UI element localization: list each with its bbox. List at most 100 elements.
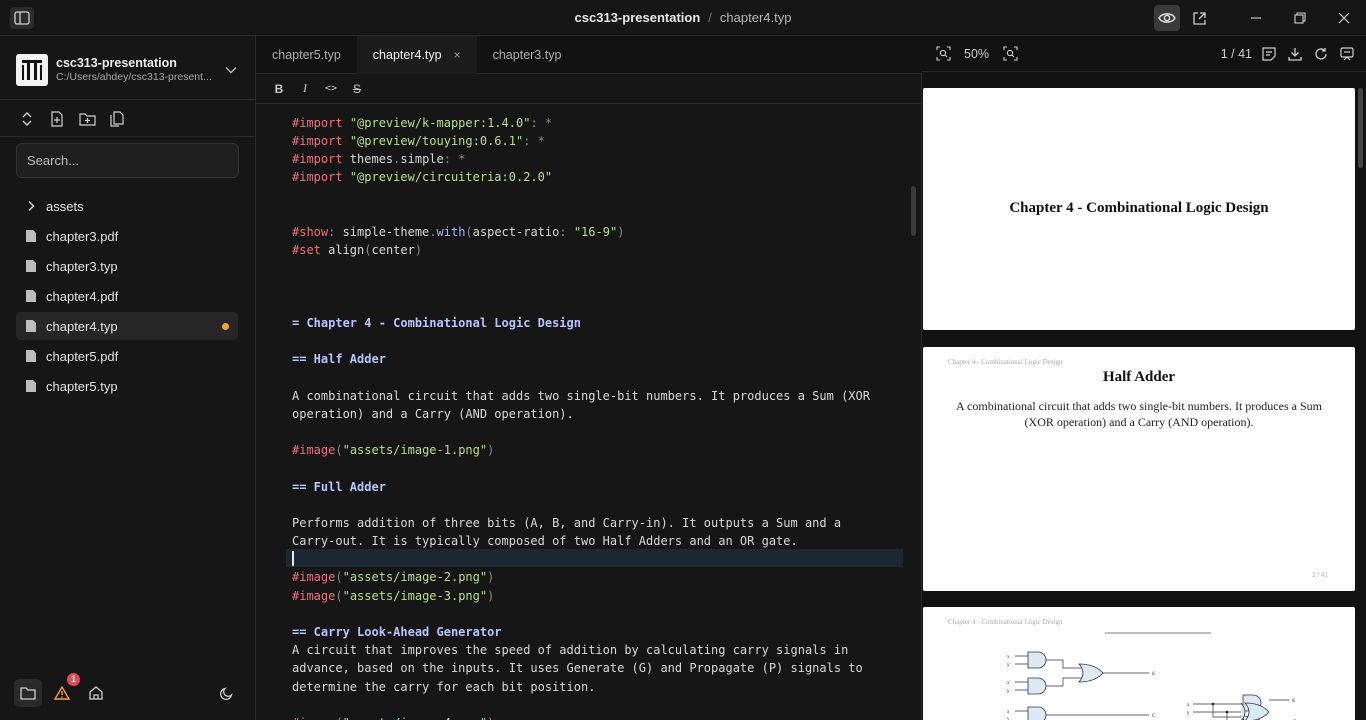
tab-chapter4[interactable]: chapter4.typ × (356, 36, 477, 74)
search-input[interactable] (16, 143, 239, 178)
tree-item-chapter5-pdf[interactable]: chapter5.pdf (16, 342, 238, 370)
file-icon (26, 380, 36, 392)
minimize-button[interactable] (1234, 0, 1278, 36)
code-line[interactable]: == Half Adder (292, 350, 386, 368)
new-file-icon (51, 111, 63, 127)
chevron-down-icon (225, 67, 237, 74)
slide-body: A combinational circuit that adds two si… (956, 399, 1322, 429)
code-line[interactable]: advance, based on the inputs. It uses Ge… (292, 659, 863, 677)
project-path: C:/Users/ahdey/csc313-present... (56, 71, 212, 83)
tab-label: chapter3.typ (492, 48, 562, 62)
file-icon (26, 260, 36, 272)
presentation-icon (1340, 46, 1354, 60)
code-line[interactable]: Performs addition of three bits (A, B, a… (292, 514, 841, 532)
italic-button[interactable]: I (292, 78, 318, 100)
code-line[interactable]: = Chapter 4 - Combinational Logic Design (292, 314, 581, 332)
code-line[interactable]: A combinational circuit that adds two si… (292, 387, 870, 405)
code-line[interactable]: #import "@preview/k-mapper:1.4.0": * (292, 114, 552, 132)
tree-item-label: chapter4.pdf (46, 288, 119, 304)
code-editor[interactable]: #import "@preview/k-mapper:1.4.0": * #imp… (256, 104, 922, 720)
tree-item-label: chapter5.typ (46, 378, 118, 394)
new-folder-button[interactable] (72, 108, 102, 130)
bold-button[interactable]: B (266, 78, 292, 100)
code-line[interactable]: determine the carry for each bit positio… (292, 678, 595, 696)
code-line[interactable]: operation) and a Carry (AND operation). (292, 405, 574, 423)
moon-icon (220, 687, 233, 700)
restore-button[interactable] (1278, 0, 1322, 36)
notes-button[interactable] (1256, 41, 1282, 67)
code-line[interactable]: A circuit that improves the speed of add… (292, 641, 848, 659)
code-line[interactable]: #image("assets/image-4.png") (292, 714, 494, 720)
code-line[interactable]: #image("assets/image-3.png") (292, 587, 494, 605)
zoom-in-button[interactable] (997, 41, 1023, 67)
folder-icon (20, 687, 36, 700)
file-icon (26, 350, 36, 362)
preview-page[interactable]: Chapter 4 - Combinational Logic Design x… (923, 607, 1355, 720)
code-line[interactable]: == Carry Look-Ahead Generator (292, 623, 502, 641)
open-external-button[interactable] (1186, 5, 1212, 31)
circuit-diagram: x y' x' y x y S C x y S (1007, 632, 1296, 720)
zoom-in-icon (1002, 46, 1018, 61)
tab-chapter3[interactable]: chapter3.typ (477, 36, 578, 74)
code-line[interactable]: #set align(center) (292, 241, 422, 259)
editor-scrollbar[interactable] (911, 186, 916, 236)
code-button[interactable]: <> (318, 78, 344, 100)
preview-scrollbar[interactable] (1358, 88, 1363, 168)
circuit-label: y (1007, 689, 1010, 694)
problems-button[interactable]: 1 (48, 673, 80, 707)
code-line[interactable]: #show: simple-theme.with(aspect-ratio: "… (292, 223, 624, 241)
tree-item-chapter4-typ[interactable]: chapter4.typ (16, 312, 238, 340)
tree-item-label: chapter3.pdf (46, 228, 119, 244)
tab-chapter5[interactable]: chapter5.typ (256, 36, 357, 74)
sidebar: csc313-presentation C:/Users/ahdey/csc31… (0, 36, 256, 720)
files-view-button[interactable] (14, 679, 42, 707)
circuit-label: x (1187, 703, 1190, 708)
tree-item-chapter3-typ[interactable]: chapter3.typ (16, 252, 238, 280)
tree-item-label: chapter4.typ (46, 318, 118, 334)
circuit-label: C (1152, 713, 1156, 719)
project-switcher[interactable]: csc313-presentation C:/Users/ahdey/csc31… (16, 50, 240, 90)
code-line[interactable]: #image("assets/image-2.png") (292, 568, 494, 586)
new-folder-icon (78, 113, 96, 126)
tree-item-chapter3-pdf[interactable]: chapter3.pdf (16, 222, 238, 250)
preview-page[interactable]: Chapter 4 - Combinational Logic Design (923, 88, 1355, 330)
close-tab-icon[interactable]: × (454, 48, 461, 62)
refresh-button[interactable] (1308, 41, 1334, 67)
circuit-label: x (1007, 710, 1010, 715)
preview-toggle-button[interactable] (1154, 5, 1180, 31)
close-window-button[interactable] (1322, 0, 1366, 36)
collapse-expand-button[interactable] (12, 108, 42, 130)
tree-item-chapter4-pdf[interactable]: chapter4.pdf (16, 282, 238, 310)
sidebar-divider (0, 99, 256, 100)
home-button[interactable] (82, 679, 110, 707)
file-tree: assets chapter3.pdf chapter3.typ chapter… (16, 192, 238, 402)
tab-label: chapter4.typ (372, 48, 442, 62)
code-line[interactable]: Carry-out. It is typically composed of t… (292, 532, 798, 550)
text-cursor (292, 551, 294, 566)
window-title-separator: / (708, 10, 712, 25)
theme-toggle-button[interactable] (213, 679, 241, 707)
tree-item-label: chapter5.pdf (46, 348, 119, 364)
circuit-label: S (1152, 671, 1155, 677)
zoom-out-icon (935, 46, 951, 61)
preview-page[interactable]: Chapter 4 - Combinational Logic Design H… (923, 347, 1355, 591)
slide-title: Chapter 4 - Combinational Logic Design (1009, 200, 1269, 216)
tree-item-chapter5-typ[interactable]: chapter5.typ (16, 372, 238, 400)
presenter-button[interactable] (1334, 41, 1360, 67)
code-line[interactable]: #import "@preview/circuiteria:0.2.0" (292, 168, 552, 186)
expand-collapse-icon (22, 112, 32, 126)
page-indicator: 1 / 41 (1220, 46, 1252, 61)
code-line[interactable]: #import themes.simple: * (292, 150, 465, 168)
new-file-button[interactable] (42, 108, 72, 130)
code-line[interactable]: == Full Adder (292, 478, 386, 496)
code-line[interactable]: #import "@preview/touying:0.6.1": * (292, 132, 545, 150)
refresh-icon (1315, 47, 1327, 60)
import-file-button[interactable] (102, 108, 132, 130)
tree-item-assets[interactable]: assets (16, 192, 238, 220)
current-line-highlight (286, 549, 903, 567)
zoom-out-button[interactable] (930, 41, 956, 67)
code-line[interactable]: #image("assets/image-1.png") (292, 441, 494, 459)
strikethrough-button[interactable]: S (344, 78, 370, 100)
download-button[interactable] (1282, 41, 1308, 67)
circuit-label: x' (1007, 681, 1011, 686)
